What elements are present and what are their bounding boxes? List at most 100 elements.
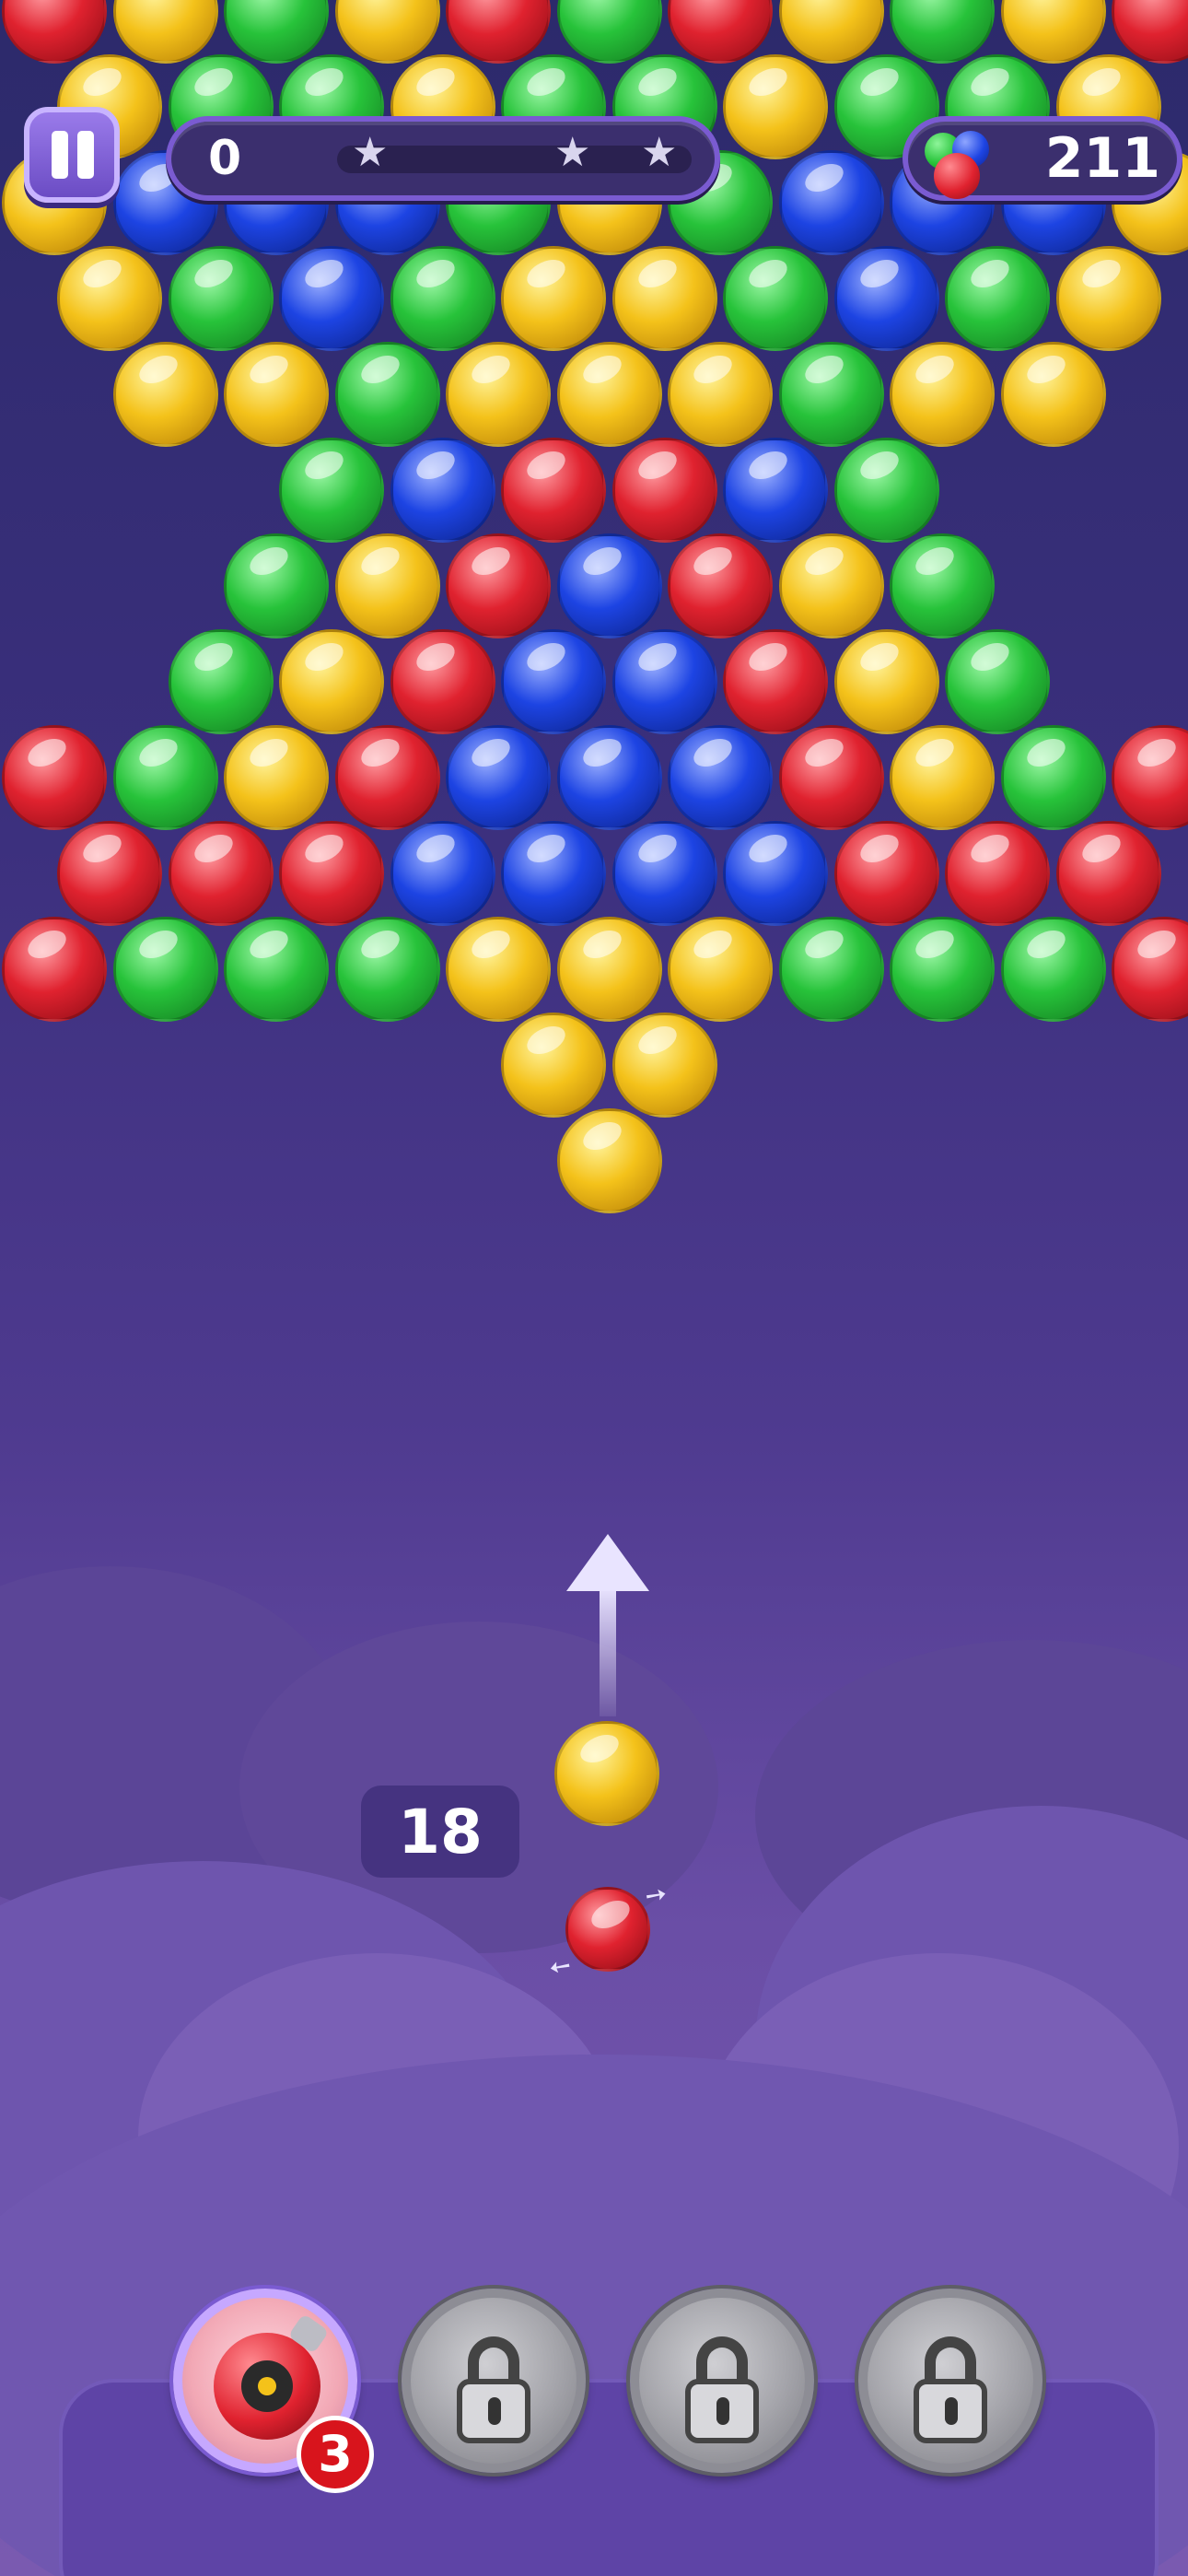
bubble-green xyxy=(778,917,884,1022)
bomb-count-badge: 3 xyxy=(297,2416,374,2493)
bubble-green xyxy=(1000,917,1106,1022)
bubble-green xyxy=(224,533,329,638)
bubble-green xyxy=(168,246,274,351)
bubble-red xyxy=(1112,917,1188,1022)
bomb-count-value: 3 xyxy=(318,2425,353,2483)
bubble-yellow xyxy=(1000,0,1106,64)
bubble-green xyxy=(723,246,829,351)
bubble-green xyxy=(334,917,440,1022)
bubble-blue xyxy=(390,438,495,543)
bubble-red xyxy=(833,821,939,926)
bubble-yellow xyxy=(778,0,884,64)
bubble-yellow xyxy=(723,54,829,159)
bubble-red xyxy=(2,0,107,64)
bubble-green xyxy=(833,438,939,543)
bubble-green xyxy=(890,917,995,1022)
game-scene[interactable]: 0 ★ ★ ★ 211 18 ➚ ➚ 3 xyxy=(0,0,1188,2576)
bubble-blue xyxy=(723,438,829,543)
bubble-red xyxy=(446,533,551,638)
bubble-green xyxy=(556,0,662,64)
bubble-yellow xyxy=(112,0,218,64)
bubble-yellow xyxy=(224,725,329,830)
bubble-green xyxy=(224,917,329,1022)
tri-color-bubbles-icon xyxy=(919,122,1002,199)
aim-arrow-icon xyxy=(566,1534,649,1727)
bubble-red xyxy=(668,533,773,638)
bubble-blue xyxy=(556,533,662,638)
bubble-red xyxy=(446,0,551,64)
current-shot-bubble[interactable] xyxy=(554,1721,659,1826)
bubble-yellow xyxy=(334,533,440,638)
star-icon-3: ★ xyxy=(641,129,678,176)
bubble-green xyxy=(945,629,1051,734)
bomb-booster-button[interactable]: 3 xyxy=(173,2289,374,2493)
pause-icon xyxy=(52,131,94,179)
bubble-yellow xyxy=(279,629,385,734)
bubble-count-value: 211 xyxy=(1044,126,1160,191)
locked-booster-slot-2[interactable] xyxy=(630,2289,814,2473)
star-icon-1: ★ xyxy=(352,129,389,176)
bubble-green xyxy=(334,342,440,447)
bubble-blue xyxy=(668,725,773,830)
bubble-blue xyxy=(446,725,551,830)
bubble-red xyxy=(334,725,440,830)
locked-booster-slot-3[interactable] xyxy=(858,2289,1042,2473)
bubble-green xyxy=(890,0,995,64)
bubble-yellow xyxy=(556,342,662,447)
bubble-green xyxy=(279,438,385,543)
bubble-blue xyxy=(556,725,662,830)
moves-left-panel: 18 xyxy=(361,1786,519,1878)
bubble-yellow xyxy=(611,1013,717,1118)
bubble-yellow xyxy=(778,533,884,638)
bubble-green xyxy=(778,342,884,447)
bubble-red xyxy=(57,821,163,926)
bubble-red xyxy=(945,821,1051,926)
bubble-red xyxy=(1055,821,1161,926)
bubble-blue xyxy=(501,629,607,734)
bubble-yellow xyxy=(224,342,329,447)
bubble-blue xyxy=(611,821,717,926)
bubble-yellow xyxy=(668,342,773,447)
bubble-green xyxy=(1000,725,1106,830)
moves-left-value: 18 xyxy=(398,1797,483,1868)
bubble-blue xyxy=(611,629,717,734)
bubble-blue xyxy=(778,150,884,255)
star-progress-track xyxy=(337,146,692,173)
bubble-yellow xyxy=(501,1013,607,1118)
bubble-red xyxy=(611,438,717,543)
bubble-yellow xyxy=(611,246,717,351)
bubble-yellow xyxy=(57,246,163,351)
bubble-red xyxy=(168,821,274,926)
bubble-red xyxy=(2,725,107,830)
bubble-yellow xyxy=(890,342,995,447)
bubble-yellow xyxy=(334,0,440,64)
bubble-green xyxy=(168,629,274,734)
pause-button[interactable] xyxy=(24,107,120,203)
score-progress-panel: 0 ★ ★ ★ xyxy=(166,116,720,201)
bubble-green xyxy=(945,246,1051,351)
locked-booster-slot-1[interactable] xyxy=(402,2289,586,2473)
bubble-green xyxy=(890,533,995,638)
score-value: 0 xyxy=(208,131,242,186)
bubble-green xyxy=(112,917,218,1022)
swap-arrows-icon[interactable]: ➚ ➚ xyxy=(542,1870,674,1992)
bubble-red xyxy=(723,629,829,734)
bubble-yellow xyxy=(833,629,939,734)
bubble-yellow xyxy=(1000,342,1106,447)
bubble-yellow xyxy=(890,725,995,830)
bubble-red xyxy=(501,438,607,543)
bubble-red xyxy=(1112,725,1188,830)
bubble-yellow xyxy=(446,342,551,447)
bubble-red xyxy=(390,629,495,734)
star-icon-2: ★ xyxy=(554,129,591,176)
bubble-yellow xyxy=(556,1108,662,1213)
bubble-blue xyxy=(723,821,829,926)
bubble-yellow xyxy=(501,246,607,351)
bubble-green xyxy=(224,0,329,64)
bubble-counter-panel: 211 xyxy=(903,116,1182,201)
bubble-blue xyxy=(390,821,495,926)
bubble-green xyxy=(112,725,218,830)
bubble-red xyxy=(2,917,107,1022)
bubble-yellow xyxy=(556,917,662,1022)
bubble-blue xyxy=(833,246,939,351)
